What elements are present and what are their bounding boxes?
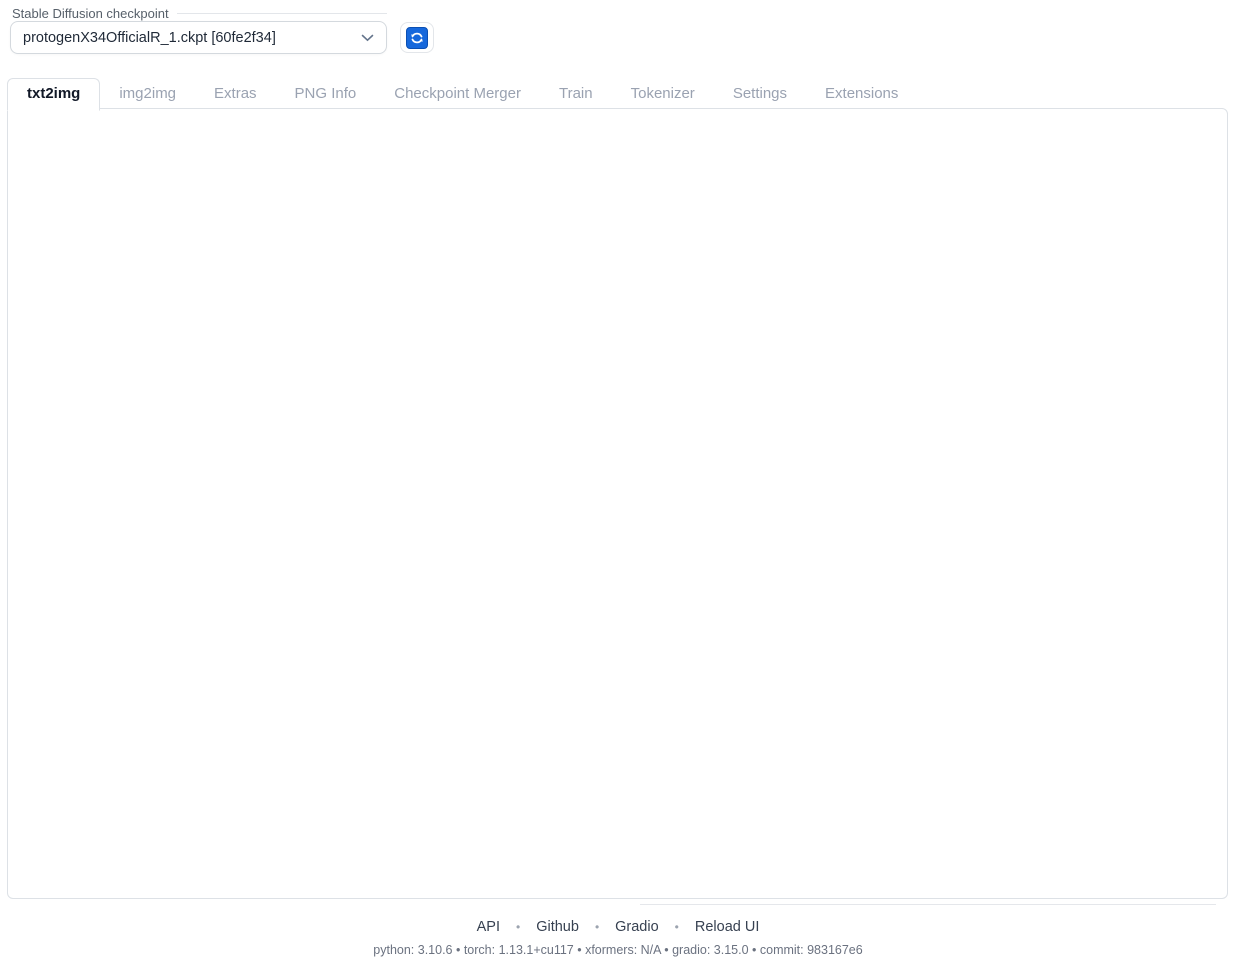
footer-link-github[interactable]: Github — [536, 919, 579, 935]
footer-link-reload-ui[interactable]: Reload UI — [695, 919, 759, 935]
checkpoint-label: Stable Diffusion checkpoint — [12, 6, 387, 21]
footer-links: API • Github • Gradio • Reload UI — [0, 919, 1236, 935]
bullet-separator: • — [595, 920, 599, 934]
checkpoint-dropdown-value: protogenX34OfficialR_1.ckpt [60fe2f34] — [23, 30, 276, 46]
tab-extras[interactable]: Extras — [195, 79, 276, 110]
tab-train[interactable]: Train — [540, 79, 612, 110]
tab-content-panel — [7, 108, 1228, 899]
tab-extensions[interactable]: Extensions — [806, 79, 917, 110]
checkpoint-dropdown[interactable]: protogenX34OfficialR_1.ckpt [60fe2f34] — [10, 21, 387, 54]
footer-link-api[interactable]: API — [477, 919, 500, 935]
tab-settings[interactable]: Settings — [714, 79, 806, 110]
bullet-separator: • — [675, 920, 679, 934]
main-tabs: txt2img img2img Extras PNG Info Checkpoi… — [7, 78, 917, 110]
refresh-checkpoint-button[interactable] — [400, 22, 434, 53]
bullet-separator: • — [516, 920, 520, 934]
tab-txt2img[interactable]: txt2img — [7, 78, 100, 111]
chevron-down-icon — [361, 34, 374, 42]
tab-png-info[interactable]: PNG Info — [276, 79, 376, 110]
refresh-icon — [406, 27, 428, 49]
tab-checkpoint-merger[interactable]: Checkpoint Merger — [375, 79, 540, 110]
checkpoint-label-text: Stable Diffusion checkpoint — [12, 6, 169, 21]
footer-versions: python: 3.10.6 • torch: 1.13.1+cu117 • x… — [0, 943, 1236, 957]
label-rule — [177, 13, 387, 14]
tab-img2img[interactable]: img2img — [100, 79, 195, 110]
tab-tokenizer[interactable]: Tokenizer — [612, 79, 714, 110]
info-divider — [640, 904, 1216, 905]
footer-link-gradio[interactable]: Gradio — [615, 919, 659, 935]
